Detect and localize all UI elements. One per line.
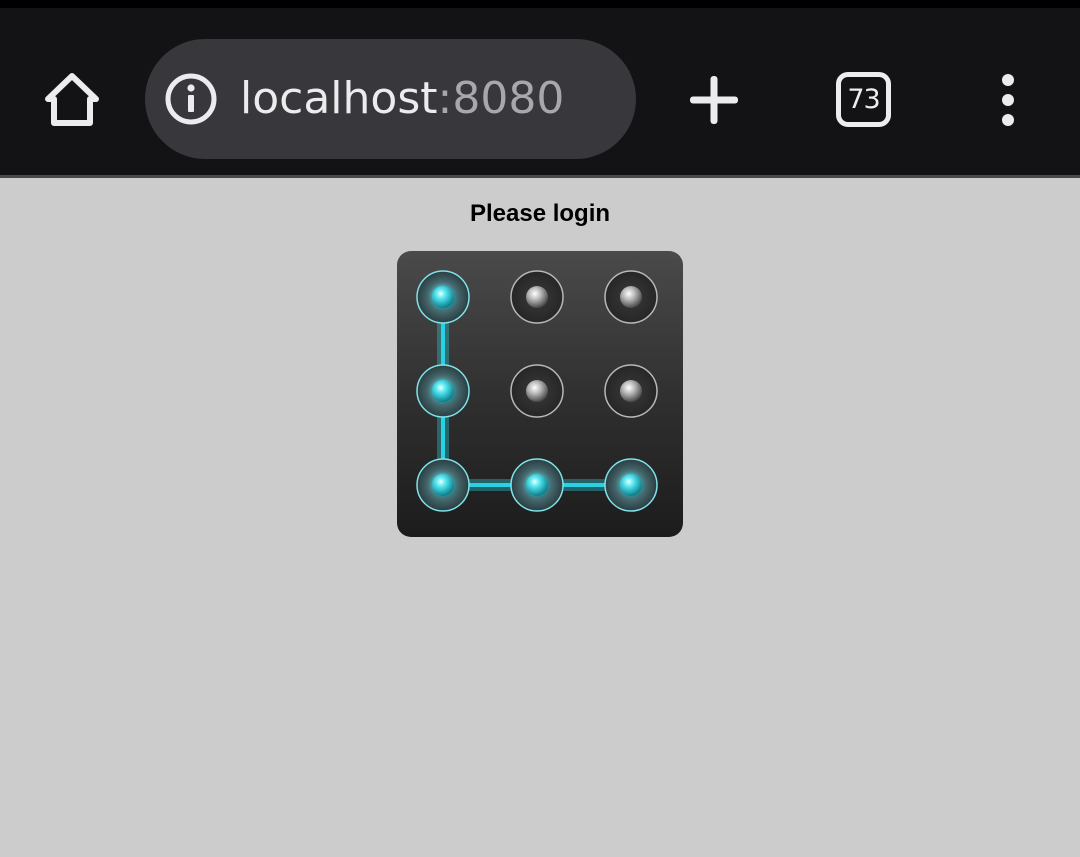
page-content: Please login [0, 178, 1080, 857]
pattern-node-4[interactable] [416, 364, 470, 418]
more-vert-icon [1002, 74, 1014, 126]
pattern-node-1[interactable] [416, 270, 470, 324]
url-port: :8080 [437, 73, 565, 124]
status-bar [0, 0, 1080, 8]
pattern-node-dot [432, 474, 454, 496]
url-text[interactable]: localhost:8080 [240, 69, 564, 129]
info-icon[interactable] [164, 72, 218, 126]
url-bar[interactable]: localhost:8080 [145, 39, 636, 159]
pattern-node-7[interactable] [416, 458, 470, 512]
new-tab-button[interactable] [684, 70, 744, 130]
pattern-node-dot [526, 474, 548, 496]
tab-count: 73 [847, 84, 880, 115]
browser-toolbar: localhost:8080 73 [0, 8, 1080, 175]
more-options-button[interactable] [988, 70, 1028, 130]
pattern-node-8[interactable] [510, 458, 564, 512]
pattern-node-dot [620, 474, 642, 496]
pattern-node-2[interactable] [510, 270, 564, 324]
pattern-node-dot [526, 286, 548, 308]
pattern-node-dot [620, 286, 642, 308]
pattern-node-dot [432, 380, 454, 402]
pattern-node-dot [432, 286, 454, 308]
url-host: localhost [240, 73, 438, 124]
pattern-node-6[interactable] [604, 364, 658, 418]
plus-icon [690, 76, 738, 124]
pattern-node-3[interactable] [604, 270, 658, 324]
tab-switcher-button[interactable]: 73 [836, 72, 891, 127]
pattern-node-9[interactable] [604, 458, 658, 512]
pattern-node-dot [620, 380, 642, 402]
home-icon [45, 73, 99, 126]
pattern-lock-canvas[interactable] [397, 251, 683, 537]
pattern-node-dot [526, 380, 548, 402]
page-title: Please login [469, 200, 611, 227]
home-button[interactable] [36, 65, 108, 133]
pattern-node-5[interactable] [510, 364, 564, 418]
pattern-lock[interactable] [397, 251, 683, 537]
